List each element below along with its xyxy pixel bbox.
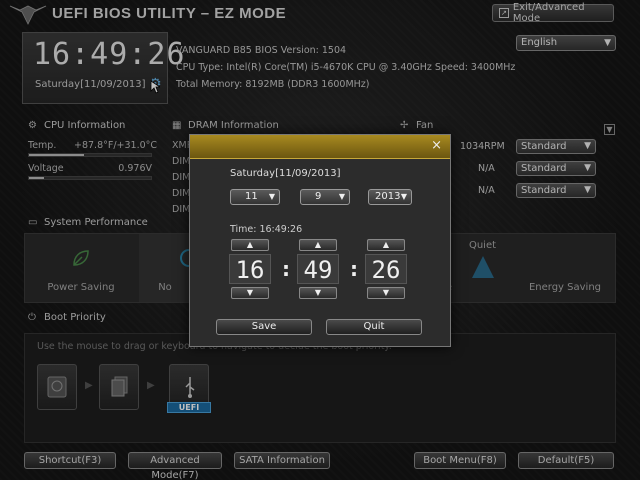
chevron-down-icon: ▼ [400, 192, 407, 201]
time-separator: : [350, 257, 358, 281]
second-up-button[interactable]: ▲ [367, 239, 405, 251]
close-icon[interactable]: × [431, 139, 442, 153]
minute-up-button[interactable]: ▲ [299, 239, 337, 251]
dialog-title-bar: × [190, 135, 450, 159]
hour-down-button[interactable]: ▼ [231, 287, 269, 299]
dialog-time-label: Time: 16:49:26 [230, 224, 303, 235]
chevron-down-icon: ▼ [268, 192, 275, 201]
hour-value[interactable]: 16 [229, 254, 271, 284]
month-select[interactable]: 11 ▼ [230, 189, 280, 205]
second-down-button[interactable]: ▼ [367, 287, 405, 299]
chevron-down-icon: ▼ [338, 192, 345, 201]
hour-up-button[interactable]: ▲ [231, 239, 269, 251]
second-value[interactable]: 26 [365, 254, 407, 284]
datetime-dialog: × Saturday[11/09/2013] 11 ▼ 9 ▼ 2013 ▼ T… [189, 134, 451, 347]
quit-button[interactable]: Quit [326, 319, 422, 335]
dialog-date-label: Saturday[11/09/2013] [230, 168, 341, 179]
year-value: 2013 [375, 191, 401, 202]
minute-value[interactable]: 49 [297, 254, 339, 284]
minute-down-button[interactable]: ▼ [299, 287, 337, 299]
day-select[interactable]: 9 ▼ [300, 189, 350, 205]
save-button[interactable]: Save [216, 319, 312, 335]
day-value: 9 [315, 191, 322, 202]
time-separator: : [282, 257, 290, 281]
year-select[interactable]: 2013 ▼ [368, 189, 412, 205]
month-value: 11 [245, 191, 258, 202]
